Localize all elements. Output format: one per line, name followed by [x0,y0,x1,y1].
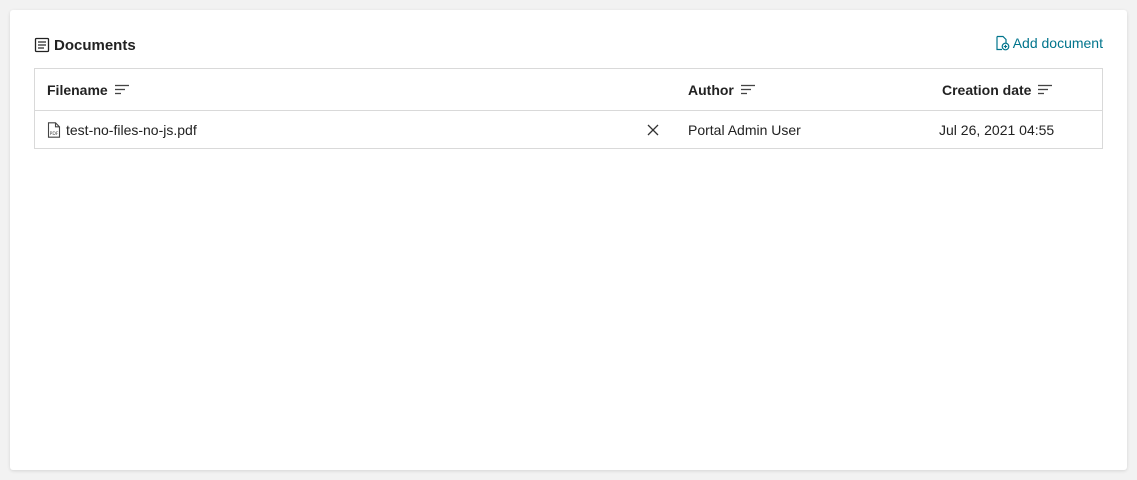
documents-table: Filename Author Creation date PDF test-n… [34,68,1103,149]
document-list-icon [34,37,50,53]
table-header-row: Filename Author Creation date [35,69,1102,111]
column-header-label: Creation date [942,81,1032,98]
column-header-filename[interactable]: Filename [47,69,130,110]
close-icon[interactable] [646,123,660,137]
author-cell: Portal Admin User [688,121,801,138]
page-title: Documents [54,37,136,54]
filename-cell: PDF test-no-files-no-js.pdf [47,111,197,148]
card-header: Documents Add document [34,34,1103,56]
documents-card: Documents Add document Filename Author C… [10,10,1127,470]
column-header-label: Filename [47,81,108,98]
column-header-author[interactable]: Author [688,69,756,110]
documents-title: Documents [34,34,136,56]
remove-document-button[interactable] [646,111,660,148]
pdf-file-icon: PDF [47,121,61,138]
sort-icon[interactable] [740,83,756,97]
sort-icon[interactable] [114,83,130,97]
add-document-button[interactable]: Add document [994,34,1103,52]
table-row: PDF test-no-files-no-js.pdf Portal Admin… [35,111,1102,148]
add-document-icon [994,35,1010,51]
column-header-creation-date[interactable]: Creation date [942,69,1053,110]
add-document-label: Add document [1012,35,1103,51]
column-header-label: Author [688,81,734,98]
svg-text:PDF: PDF [50,131,59,137]
sort-icon[interactable] [1037,83,1053,97]
creation-date-cell: Jul 26, 2021 04:55 [939,121,1055,138]
file-link[interactable]: test-no-files-no-js.pdf [66,122,197,138]
